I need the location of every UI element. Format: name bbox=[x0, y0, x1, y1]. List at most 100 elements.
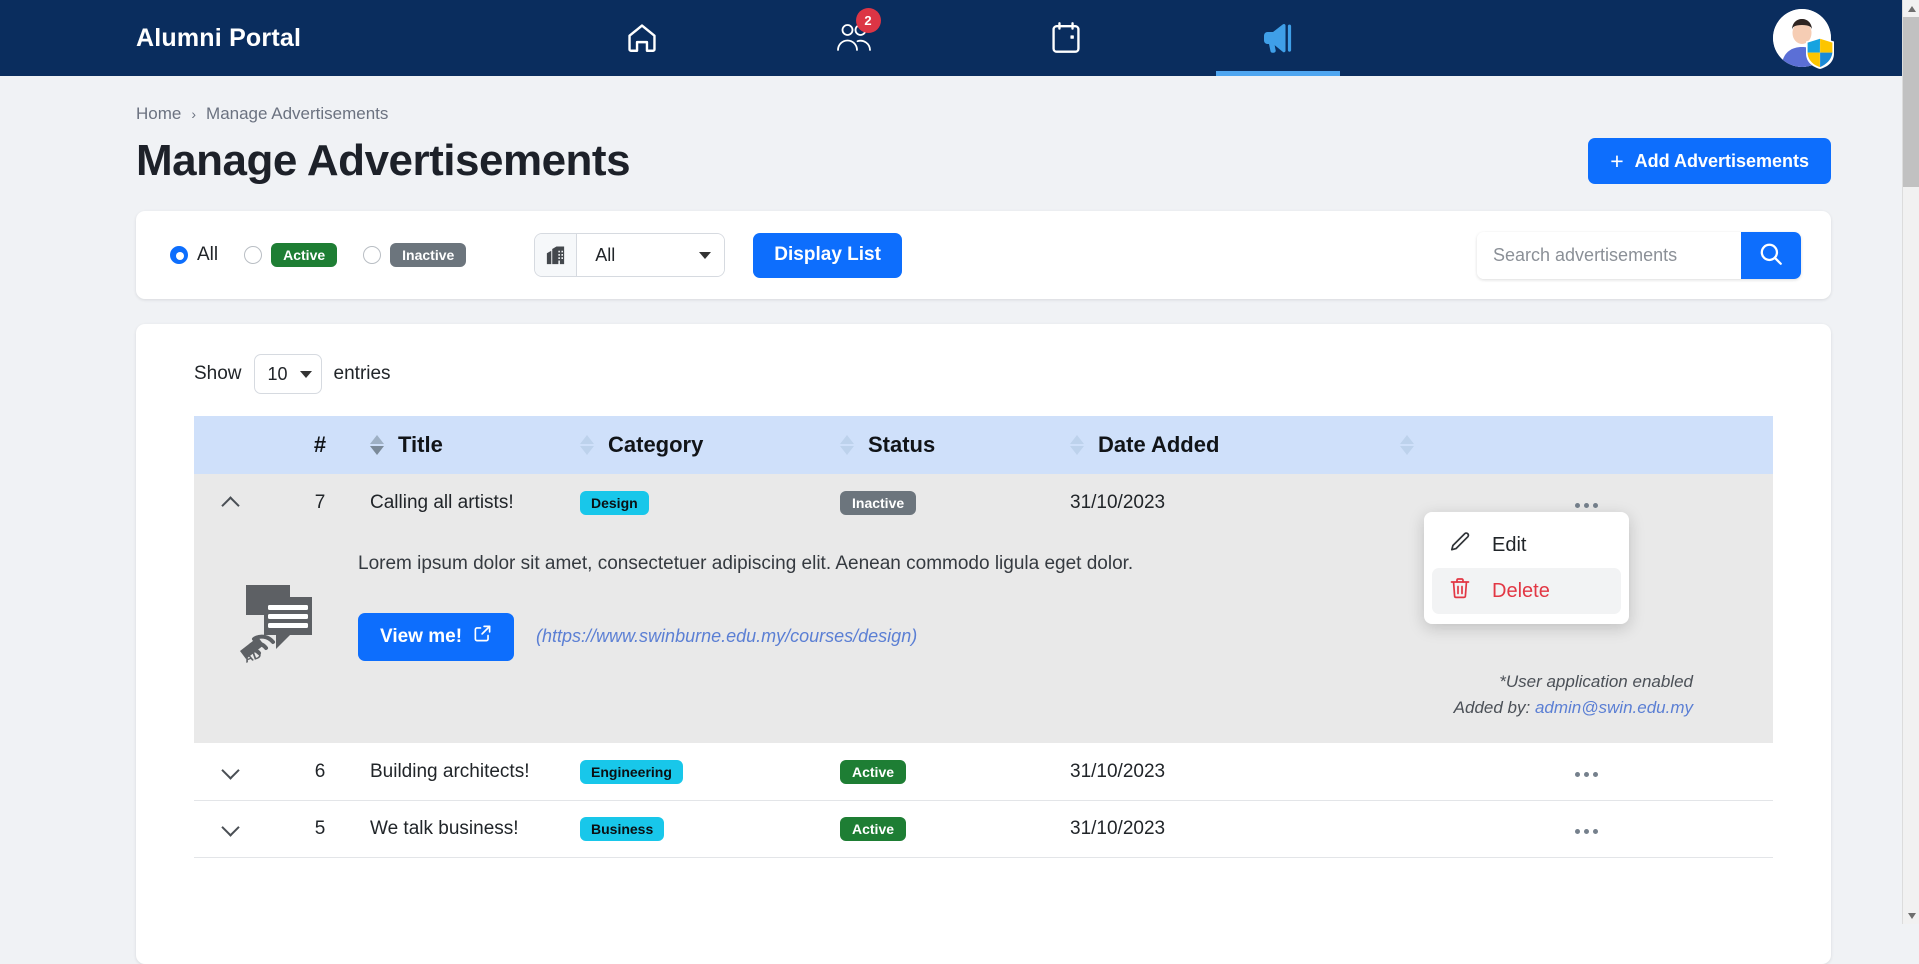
advertisements-table-card: Show 10 entries # Title Category Status … bbox=[136, 324, 1831, 964]
row-status-cell: Active bbox=[840, 800, 1070, 857]
page-scrollbar[interactable] bbox=[1902, 0, 1919, 924]
th-category-label: Category bbox=[608, 432, 704, 457]
sort-icon-status[interactable] bbox=[840, 434, 854, 456]
trash-icon bbox=[1448, 576, 1472, 606]
row-category-cell: Business bbox=[580, 800, 840, 857]
row-detail-application-note: *User application enabled bbox=[1499, 671, 1693, 691]
filter-option-inactive[interactable]: Inactive bbox=[363, 243, 467, 267]
table-row[interactable]: 6 Building architects! Engineering Activ… bbox=[194, 743, 1773, 801]
chevron-up-icon[interactable] bbox=[221, 489, 243, 511]
show-entries-control: Show 10 entries bbox=[194, 354, 1773, 394]
menu-item-edit-label: Edit bbox=[1492, 533, 1527, 556]
row-menu-button[interactable] bbox=[1569, 766, 1604, 783]
breadcrumb-current: Manage Advertisements bbox=[206, 104, 389, 123]
menu-item-delete[interactable]: Delete bbox=[1432, 568, 1621, 614]
plus-icon: + bbox=[1610, 147, 1624, 174]
row-index: 6 bbox=[314, 760, 326, 782]
category-badge: Business bbox=[580, 816, 665, 841]
view-advertisement-button[interactable]: View me! bbox=[358, 612, 515, 661]
row-title: Calling all artists! bbox=[370, 474, 580, 531]
chevron-down-icon[interactable] bbox=[221, 758, 243, 780]
th-expand bbox=[194, 416, 270, 474]
added-by-label: Added by: bbox=[1453, 697, 1531, 717]
scroll-up-arrow-icon[interactable] bbox=[1903, 0, 1919, 17]
page-content: Home › Manage Advertisements Manage Adve… bbox=[0, 76, 1919, 964]
radio-all[interactable] bbox=[170, 246, 188, 264]
row-title: Building architects! bbox=[370, 760, 530, 782]
row-expand-cell[interactable] bbox=[194, 474, 270, 531]
nav-item-events[interactable] bbox=[1004, 0, 1128, 76]
added-by-email[interactable]: admin@swin.edu.my bbox=[1535, 698, 1693, 717]
search-icon bbox=[1758, 241, 1784, 270]
row-actions-cell[interactable] bbox=[1400, 800, 1773, 857]
scroll-down-arrow-icon[interactable] bbox=[1903, 907, 1919, 924]
row-status-cell: Active bbox=[840, 743, 1070, 800]
th-date-added[interactable]: Date Added bbox=[1070, 416, 1400, 474]
filter-option-active[interactable]: Active bbox=[244, 243, 338, 267]
radio-active[interactable] bbox=[244, 246, 263, 264]
alumni-badge-count: 2 bbox=[855, 8, 881, 33]
th-index: # bbox=[270, 416, 370, 474]
row-status-cell: Inactive bbox=[840, 474, 1070, 531]
add-advertisements-button[interactable]: + Add Advertisements bbox=[1588, 138, 1831, 184]
row-menu-button[interactable] bbox=[1569, 497, 1604, 514]
status-badge: Active bbox=[840, 816, 907, 841]
sort-icon-date-added[interactable] bbox=[1070, 434, 1084, 456]
row-expand-cell[interactable] bbox=[194, 743, 270, 800]
display-list-button[interactable]: Display List bbox=[753, 232, 902, 278]
th-status[interactable]: Status bbox=[840, 416, 1070, 474]
row-index: 7 bbox=[270, 474, 370, 531]
breadcrumb-separator-icon: › bbox=[191, 106, 197, 122]
top-navbar: Alumni Portal 2 bbox=[0, 0, 1919, 76]
search-input[interactable] bbox=[1477, 231, 1741, 279]
th-actions[interactable] bbox=[1400, 416, 1773, 474]
chevron-down-icon[interactable] bbox=[221, 815, 243, 837]
table-header: # Title Category Status Date Added bbox=[194, 416, 1773, 474]
sort-icon-title[interactable] bbox=[370, 434, 384, 456]
th-category[interactable]: Category bbox=[580, 416, 840, 474]
row-index: 5 bbox=[314, 817, 326, 839]
breadcrumb-home[interactable]: Home bbox=[136, 104, 181, 124]
advertisements-table: # Title Category Status Date Added 7 Cal… bbox=[194, 416, 1773, 858]
row-detail-url[interactable]: (https://www.swinburne.edu.my/courses/de… bbox=[536, 626, 917, 647]
show-label: Show bbox=[194, 363, 242, 384]
row-expand-cell[interactable] bbox=[194, 800, 270, 857]
search-bar bbox=[1477, 231, 1801, 279]
nav-item-home[interactable] bbox=[580, 0, 704, 76]
sort-icon-actions[interactable] bbox=[1400, 434, 1414, 456]
chevron-down-icon bbox=[699, 251, 712, 259]
row-actions-cell[interactable] bbox=[1400, 743, 1773, 800]
calendar-icon bbox=[1050, 21, 1082, 55]
row-date-added: 31/10/2023 bbox=[1070, 817, 1166, 839]
page-title: Manage Advertisements bbox=[136, 136, 631, 185]
entries-per-page-select[interactable]: 10 bbox=[253, 354, 322, 394]
row-menu-button[interactable] bbox=[1569, 823, 1604, 840]
sort-icon-category[interactable] bbox=[580, 434, 594, 456]
th-title[interactable]: Title bbox=[370, 416, 580, 474]
th-date-added-label: Date Added bbox=[1098, 432, 1220, 457]
filter-label-all: All bbox=[197, 244, 219, 265]
nav-item-alumni[interactable]: 2 bbox=[792, 0, 916, 76]
school-select-field[interactable]: All bbox=[577, 234, 725, 276]
filter-option-all[interactable]: All bbox=[170, 244, 218, 266]
table-row[interactable]: 5 We talk business! Business Active 31/1… bbox=[194, 800, 1773, 858]
status-filter-group: All Active Inactive bbox=[170, 243, 492, 267]
home-icon bbox=[625, 21, 659, 55]
row-date-added: 31/10/2023 bbox=[1070, 474, 1400, 531]
row-category-cell: Design bbox=[580, 474, 840, 531]
category-badge: Engineering bbox=[580, 759, 683, 784]
chevron-down-icon bbox=[299, 370, 312, 378]
avatar[interactable] bbox=[1773, 9, 1834, 69]
row-date-added: 31/10/2023 bbox=[1070, 760, 1166, 782]
nav-item-advertisements[interactable] bbox=[1215, 0, 1340, 76]
radio-inactive[interactable] bbox=[363, 246, 382, 264]
search-button[interactable] bbox=[1741, 231, 1801, 279]
pencil-icon bbox=[1448, 530, 1472, 560]
menu-item-edit[interactable]: Edit bbox=[1432, 522, 1621, 568]
row-title: We talk business! bbox=[370, 817, 519, 839]
row-context-menu: Edit Delete bbox=[1424, 512, 1629, 624]
school-filter-select[interactable]: All bbox=[534, 233, 726, 277]
scrollbar-thumb[interactable] bbox=[1903, 17, 1919, 187]
entries-value: 10 bbox=[267, 363, 288, 384]
shield-badge-icon bbox=[1806, 37, 1834, 69]
